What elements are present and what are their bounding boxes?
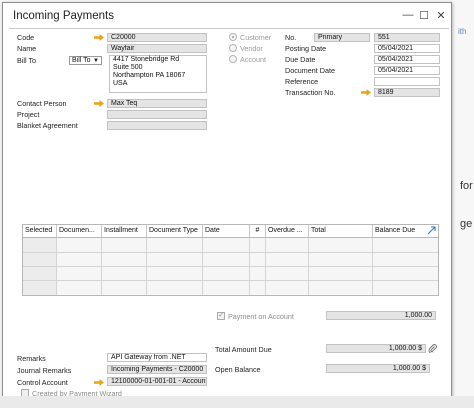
table-row[interactable] [23, 252, 438, 253]
series-field[interactable]: Primary [314, 33, 370, 42]
address-line: USA [113, 80, 128, 87]
column-header-overdue[interactable]: Overdue ... [266, 225, 309, 238]
table-row[interactable] [23, 266, 438, 267]
contact-link-arrow-icon[interactable] [94, 100, 104, 107]
column-header-document-type[interactable]: Document Type [147, 225, 203, 238]
control-account-label: Control Account [17, 378, 68, 387]
open-balance-field[interactable]: 1,000.00 $ [326, 364, 430, 373]
customer-radio-label: Customer [240, 33, 272, 42]
contact-person-field[interactable]: Max Teq [107, 99, 207, 108]
close-button[interactable]: ✕ [434, 9, 448, 22]
document-date-label: Document Date [285, 66, 335, 75]
expand-table-icon[interactable] [427, 226, 436, 235]
column-header-date[interactable]: Date [203, 225, 250, 238]
column-header-selected[interactable]: Selected [23, 225, 57, 238]
due-date-label: Due Date [285, 55, 316, 64]
document-number-field[interactable]: 551 [374, 33, 440, 42]
code-link-arrow-icon[interactable] [94, 34, 104, 41]
code-label: Code [17, 33, 35, 42]
incoming-payments-window: Incoming Payments — ☐ ✕ Code C20000 Name… [2, 2, 452, 400]
chevron-down-icon: ▼ [93, 58, 99, 64]
project-field[interactable] [107, 110, 207, 119]
project-label: Project [17, 110, 40, 119]
blanket-agreement-label: Blanket Agreement [17, 121, 78, 130]
bill-to-select-value: Bill To [72, 57, 91, 64]
column-header-number[interactable]: # [250, 225, 266, 238]
transaction-link-arrow-icon[interactable] [361, 89, 371, 96]
background-app [452, 0, 474, 408]
no-label: No. [285, 33, 297, 42]
table-row[interactable] [23, 280, 438, 281]
background-text-1: for [460, 180, 473, 192]
title-bar[interactable]: Incoming Payments — ☐ ✕ [3, 3, 451, 28]
payment-on-account-checkbox[interactable]: ✓ [217, 312, 225, 320]
payment-on-account-label: Payment on Account [228, 312, 294, 321]
open-balance-label: Open Balance [215, 365, 261, 374]
journal-remarks-label: Journal Remarks [17, 366, 72, 375]
name-field[interactable]: Wayfair [107, 44, 207, 53]
remarks-label: Remarks [17, 354, 46, 363]
title-divider [9, 28, 449, 29]
transaction-no-field[interactable]: 8189 [374, 88, 440, 97]
bill-to-select[interactable]: Bill To ▼ [69, 56, 102, 65]
blanket-agreement-field[interactable] [107, 121, 207, 130]
column-header-document[interactable]: Documen... [57, 225, 102, 238]
control-account-link-arrow-icon[interactable] [94, 379, 104, 386]
name-label: Name [17, 44, 37, 53]
customer-radio[interactable] [229, 33, 237, 41]
journal-remarks-field[interactable]: Incoming Payments - C20000 [107, 365, 207, 374]
document-date-field[interactable]: 05/04/2021 [374, 66, 440, 75]
window-title: Incoming Payments [13, 10, 114, 22]
background-text-2: ge [460, 218, 473, 230]
column-header-installment[interactable]: Installment [102, 225, 147, 238]
remarks-field[interactable]: API Gateway from .NET [107, 353, 207, 362]
address-line: 4417 Stonebridge Rd [113, 56, 180, 63]
posting-date-label: Posting Date [285, 44, 327, 53]
reference-label: Reference [285, 77, 319, 86]
attachment-icon[interactable] [428, 344, 437, 353]
vendor-radio[interactable] [229, 44, 237, 52]
vendor-radio-label: Vendor [240, 44, 263, 53]
posting-date-field[interactable]: 05/04/2021 [374, 44, 440, 53]
background-link-fragment[interactable]: ith [458, 27, 466, 36]
code-field[interactable]: C20000 [107, 33, 207, 42]
background-status-strip [0, 396, 474, 408]
bill-to-label: Bill To [17, 56, 37, 65]
total-amount-due-label: Total Amount Due [215, 345, 272, 354]
column-header-total[interactable]: Total [309, 225, 373, 238]
bill-to-address[interactable]: 4417 Stonebridge Rd Suite 500 Northampto… [109, 55, 207, 93]
contact-person-label: Contact Person [17, 99, 67, 108]
account-radio[interactable] [229, 55, 237, 63]
payment-on-account-field[interactable]: 1,000.00 [326, 311, 436, 320]
transaction-no-label: Transaction No. [285, 88, 336, 97]
due-date-field[interactable]: 05/04/2021 [374, 55, 440, 64]
address-line: Northampton PA 18067 [113, 72, 186, 79]
address-line: Suite 500 [113, 64, 143, 71]
total-amount-due-field[interactable]: 1,000.00 $ [326, 344, 426, 353]
minimize-button[interactable]: — [401, 9, 415, 21]
control-account-field[interactable]: 12100000-01-001-01 - Account [107, 377, 207, 386]
maximize-button[interactable]: ☐ [417, 9, 431, 22]
invoices-table[interactable]: Selected Documen... Installment Document… [22, 224, 439, 296]
reference-field[interactable] [374, 77, 440, 86]
account-radio-label: Account [240, 55, 266, 64]
